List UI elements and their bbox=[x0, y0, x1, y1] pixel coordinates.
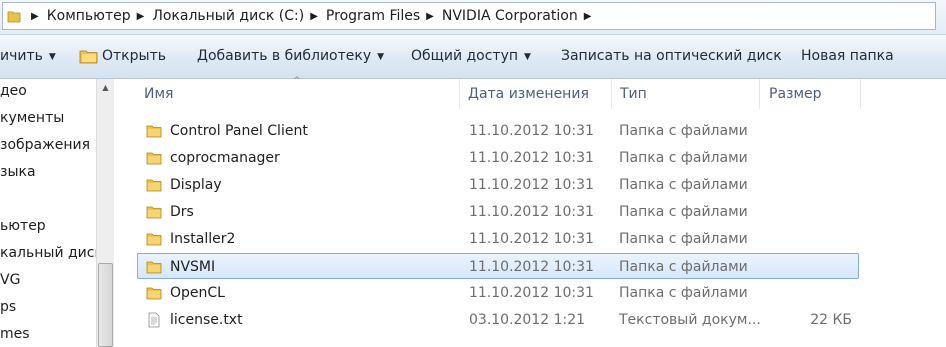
file-size bbox=[738, 119, 852, 143]
column-divider[interactable] bbox=[611, 79, 612, 109]
nav-item-computer[interactable]: ьютер bbox=[0, 214, 46, 238]
nav-item-ps[interactable]: ps bbox=[0, 295, 16, 319]
file-row[interactable]: Display 11.10.2012 10:31 Папка с файлами bbox=[138, 173, 858, 197]
file-row[interactable]: OpenCL 11.10.2012 10:31 Папка с файлами bbox=[138, 281, 858, 305]
nav-item-pictures[interactable]: зображения bbox=[0, 133, 90, 157]
command-bar: ичить ▼ Открыть Добавить в библиотеку ▼ Об… bbox=[0, 35, 946, 79]
column-divider[interactable] bbox=[759, 79, 760, 109]
burn-button[interactable]: Записать на оптический диск bbox=[561, 35, 782, 78]
file-name: OpenCL bbox=[170, 285, 225, 301]
column-divider[interactable] bbox=[459, 79, 460, 109]
folder-icon bbox=[146, 285, 162, 305]
new-folder-button[interactable]: Новая папка bbox=[801, 35, 894, 78]
folder-icon bbox=[7, 9, 21, 27]
file-type: Папка с файлами bbox=[619, 285, 748, 301]
file-date: 11.10.2012 10:31 bbox=[469, 123, 594, 139]
file-size bbox=[738, 146, 852, 170]
scroll-up-arrow-icon[interactable]: ▲ bbox=[98, 79, 113, 96]
file-type: Папка с файлами bbox=[619, 204, 748, 220]
file-row[interactable]: Drs 11.10.2012 10:31 Папка с файлами bbox=[138, 200, 858, 224]
column-size[interactable]: Размер bbox=[769, 79, 822, 109]
address-bar: ▶ Компьютер ▶ Локальный диск (C:) ▶ Prog… bbox=[0, 0, 946, 35]
file-date: 11.10.2012 10:31 bbox=[469, 231, 594, 247]
file-date: 11.10.2012 10:31 bbox=[469, 259, 594, 275]
folder-icon bbox=[146, 177, 162, 197]
nav-item-vg[interactable]: VG bbox=[0, 268, 20, 292]
breadcrumb-nvidia[interactable]: NVIDIA Corporation bbox=[442, 8, 578, 24]
file-type: Папка с файлами bbox=[619, 177, 748, 193]
chevron-right-icon[interactable]: ▶ bbox=[31, 11, 39, 22]
breadcrumb-computer[interactable]: Компьютер bbox=[47, 8, 131, 24]
open-button[interactable]: Открыть bbox=[102, 35, 166, 78]
chevron-down-icon: ▼ bbox=[377, 52, 385, 62]
file-row[interactable]: Installer2 11.10.2012 10:31 Папка с файл… bbox=[138, 227, 858, 251]
file-size bbox=[738, 227, 852, 251]
nav-item-local-disk[interactable]: кальный диск (С bbox=[0, 241, 96, 265]
breadcrumb-program-files[interactable]: Program Files bbox=[326, 8, 420, 24]
column-date[interactable]: Дата изменения bbox=[468, 79, 589, 109]
file-date: 11.10.2012 10:31 bbox=[469, 150, 594, 166]
column-name[interactable]: Имя bbox=[144, 79, 173, 109]
file-type: Папка с файлами bbox=[619, 231, 748, 247]
add-to-library-label: Добавить в библиотеку bbox=[197, 48, 372, 64]
folder-icon bbox=[146, 259, 162, 279]
file-date: 11.10.2012 10:31 bbox=[469, 204, 594, 220]
file-name: license.txt bbox=[170, 312, 243, 328]
file-name: Control Panel Client bbox=[170, 123, 308, 139]
file-date: 03.10.2012 1:21 bbox=[469, 312, 586, 328]
file-size bbox=[738, 173, 852, 197]
folder-icon bbox=[146, 123, 162, 143]
breadcrumb-local-disk[interactable]: Локальный диск (C:) bbox=[152, 8, 304, 24]
organize-label: ичить bbox=[0, 48, 43, 64]
file-date: 11.10.2012 10:31 bbox=[469, 285, 594, 301]
share-label: Общий доступ bbox=[411, 48, 519, 64]
scroll-thumb[interactable] bbox=[98, 263, 113, 347]
chevron-right-icon[interactable]: ▶ bbox=[426, 11, 434, 22]
file-row-selected[interactable]: NVSMI 11.10.2012 10:31 Папка с файлами bbox=[137, 253, 859, 279]
file-type: Папка с файлами bbox=[619, 259, 748, 275]
navigation-pane: део кументы зображения зыка ьютер кальны… bbox=[0, 79, 96, 347]
chevron-right-icon[interactable]: ▶ bbox=[137, 11, 145, 22]
address-box[interactable]: ▶ Компьютер ▶ Локальный диск (C:) ▶ Prog… bbox=[2, 2, 936, 30]
file-row[interactable]: coprocmanager 11.10.2012 10:31 Папка с ф… bbox=[138, 146, 858, 170]
share-button[interactable]: Общий доступ ▼ bbox=[411, 35, 531, 78]
nav-item-mes[interactable]: mes bbox=[0, 322, 30, 346]
chevron-down-icon: ▼ bbox=[524, 52, 531, 62]
file-size bbox=[738, 281, 852, 305]
file-row[interactable]: license.txt 03.10.2012 1:21 Текстовый до… bbox=[138, 308, 858, 332]
file-name: coprocmanager bbox=[170, 150, 280, 166]
file-name: Installer2 bbox=[170, 231, 236, 247]
file-name: Display bbox=[170, 177, 222, 193]
file-list: ^ Имя Дата изменения Тип Размер Control … bbox=[115, 76, 946, 347]
nav-item-music[interactable]: зыка bbox=[0, 160, 36, 184]
file-row[interactable]: Control Panel Client 11.10.2012 10:31 Па… bbox=[138, 119, 858, 143]
file-name: NVSMI bbox=[170, 259, 216, 275]
column-headers: ^ Имя Дата изменения Тип Размер bbox=[115, 76, 946, 109]
file-type: Папка с файлами bbox=[619, 123, 748, 139]
text-file-icon bbox=[146, 312, 162, 332]
add-to-library-button[interactable]: Добавить в библиотеку ▼ bbox=[197, 35, 384, 78]
file-date: 11.10.2012 10:31 bbox=[469, 177, 594, 193]
folder-icon bbox=[146, 204, 162, 224]
column-divider[interactable] bbox=[860, 79, 861, 109]
open-icon bbox=[79, 47, 99, 69]
column-type[interactable]: Тип bbox=[620, 79, 647, 109]
chevron-right-icon[interactable]: ▶ bbox=[584, 11, 592, 22]
nav-scrollbar[interactable]: ▲ bbox=[96, 79, 114, 347]
nav-item-video[interactable]: део bbox=[0, 79, 27, 103]
file-size: 22 КБ bbox=[810, 312, 852, 328]
sort-ascending-icon: ^ bbox=[293, 76, 301, 86]
folder-icon bbox=[146, 150, 162, 170]
folder-icon bbox=[146, 231, 162, 251]
chevron-down-icon: ▼ bbox=[48, 52, 56, 62]
chevron-right-icon[interactable]: ▶ bbox=[310, 11, 318, 22]
breadcrumb: ▶ Компьютер ▶ Локальный диск (C:) ▶ Prog… bbox=[25, 3, 599, 29]
file-size bbox=[738, 200, 852, 224]
file-size bbox=[738, 255, 852, 279]
file-name: Drs bbox=[170, 204, 194, 220]
organize-button[interactable]: ичить ▼ bbox=[0, 35, 56, 78]
nav-item-documents[interactable]: кументы bbox=[0, 106, 64, 130]
file-type: Папка с файлами bbox=[619, 150, 748, 166]
